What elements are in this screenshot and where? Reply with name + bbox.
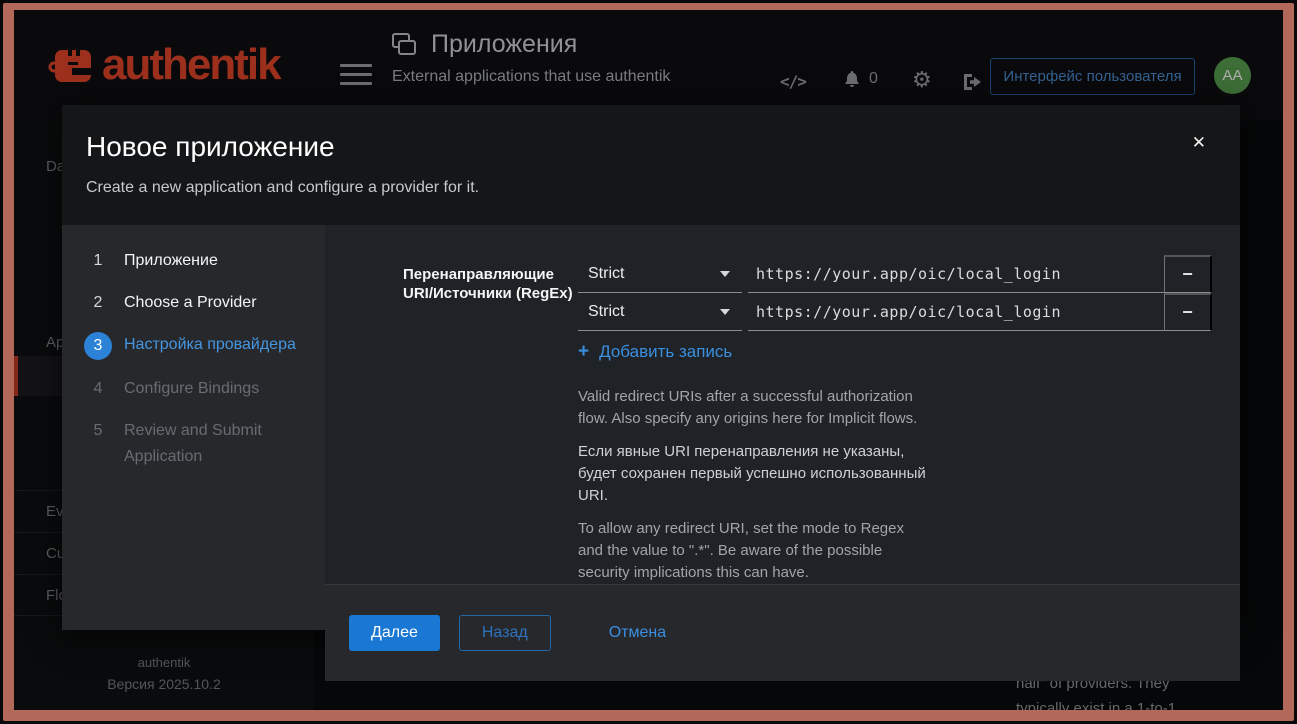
wizard-step-configure-bindings: 4 Configure Bindings (62, 368, 325, 410)
back-button[interactable]: Назад (459, 615, 551, 651)
modal-body: 1 Приложение 2 Choose a Provider 3 Настр… (62, 225, 1240, 630)
plus-icon: + (578, 341, 589, 363)
step-label: Choose a Provider (124, 290, 257, 316)
remove-entry-button[interactable]: − (1164, 255, 1212, 293)
next-button[interactable]: Далее (349, 615, 440, 651)
modal-header: Новое приложение Create a new applicatio… (62, 105, 1240, 225)
help-text-regex: To allow any redirect URI, set the mode … (578, 518, 930, 584)
wizard-step-choose-provider[interactable]: 2 Choose a Provider (62, 282, 325, 324)
wizard-form: Перенаправляющие URI/Источники (RegEx) S… (325, 225, 1240, 584)
step-label: Review and Submit Application (124, 418, 307, 470)
add-entry-button[interactable]: + Добавить запись (578, 341, 1212, 363)
step-label: Приложение (124, 248, 218, 274)
matching-mode-value: Strict (588, 303, 624, 321)
matching-mode-select[interactable]: Strict (578, 255, 742, 293)
step-number: 4 (84, 376, 112, 402)
step-label: Configure Bindings (124, 376, 259, 402)
redirect-uri-input[interactable] (748, 255, 1164, 293)
wizard-content-column: Перенаправляющие URI/Источники (RegEx) S… (325, 225, 1240, 630)
cancel-button[interactable]: Отмена (599, 615, 676, 651)
modal-title: Новое приложение (86, 131, 1216, 163)
wizard-steps-nav: 1 Приложение 2 Choose a Provider 3 Настр… (62, 225, 325, 630)
wizard-step-provider-config[interactable]: 3 Настройка провайдера (62, 324, 325, 368)
matching-mode-value: Strict (588, 265, 624, 283)
remove-entry-button[interactable]: − (1164, 293, 1212, 331)
help-text-redirect: Valid redirect URIs after a successful a… (578, 386, 930, 430)
chevron-down-icon (720, 271, 730, 277)
step-number: 2 (84, 290, 112, 316)
wizard-step-review-submit: 5 Review and Submit Application (62, 410, 325, 478)
new-application-modal: Новое приложение Create a new applicatio… (62, 105, 1240, 630)
redirect-uri-input[interactable] (748, 293, 1164, 331)
step-label: Настройка провайдера (124, 332, 296, 358)
modal-subtitle: Create a new application and configure a… (86, 179, 1216, 197)
step-number: 5 (84, 418, 112, 444)
step-number: 1 (84, 248, 112, 274)
redirect-uris-field-label: Перенаправляющие URI/Источники (RegEx) (403, 255, 578, 584)
redirect-uri-row: Strict − (578, 255, 1212, 293)
app-screen: authentik Приложения External applicatio… (14, 10, 1283, 710)
add-entry-label: Добавить запись (599, 342, 732, 362)
step-number: 3 (84, 332, 112, 360)
redirect-uri-row: Strict − (578, 293, 1212, 331)
chevron-down-icon (720, 309, 730, 315)
wizard-footer: Далее Назад Отмена (325, 584, 1240, 681)
help-text-implicit-save: Если явные URI перенаправления не указан… (578, 441, 930, 507)
matching-mode-select[interactable]: Strict (578, 293, 742, 331)
close-icon[interactable]: ✕ (1192, 133, 1206, 153)
wizard-step-application[interactable]: 1 Приложение (62, 240, 325, 282)
